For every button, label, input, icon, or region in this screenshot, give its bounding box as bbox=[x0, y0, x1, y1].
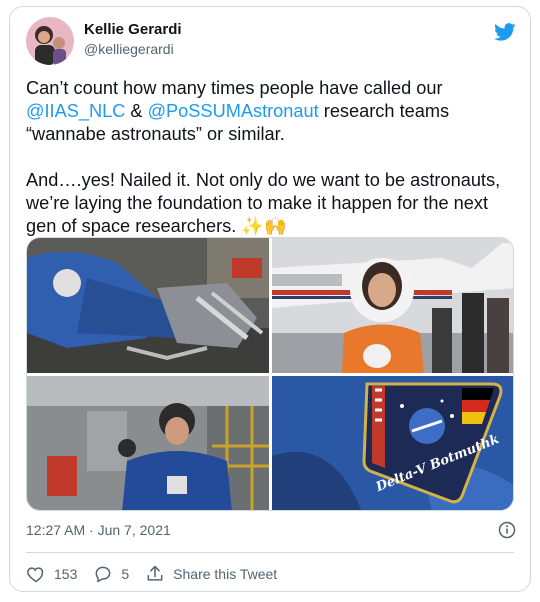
share-label: Share this Tweet bbox=[173, 566, 278, 582]
action-bar: 153 5 Share this Tweet bbox=[26, 562, 293, 586]
reply-icon bbox=[95, 566, 111, 583]
share-icon bbox=[147, 565, 163, 581]
avatar[interactable] bbox=[26, 17, 74, 65]
like-count: 153 bbox=[54, 566, 78, 582]
tweet-card: Kellie Gerardi @kelliegerardi Can’t coun… bbox=[9, 6, 531, 592]
info-icon[interactable] bbox=[498, 521, 516, 539]
media-grid: Delta-V Botmuthk bbox=[26, 237, 514, 511]
author-name[interactable]: Kellie Gerardi bbox=[84, 21, 182, 38]
divider bbox=[26, 552, 514, 553]
tweet-text: Can’t count how many times people have c… bbox=[26, 77, 522, 238]
like-button[interactable]: 153 bbox=[26, 564, 77, 584]
reply-button[interactable]: 5 bbox=[93, 564, 129, 584]
tweet-paragraph-2: And….yes! Nailed it. Not only do we want… bbox=[26, 170, 501, 236]
mention-possum-astronaut[interactable]: @PoSSUMAstronaut bbox=[148, 101, 319, 121]
photo-mission-patch[interactable]: Delta-V Botmuthk bbox=[272, 376, 513, 510]
mention-iias-nlc[interactable]: @IIAS_NLC bbox=[26, 101, 125, 121]
timestamp[interactable]: 12:27 AM · Jun 7, 2021 bbox=[26, 522, 171, 538]
photo-blue-suit-hangar[interactable] bbox=[27, 376, 269, 510]
tweet-paragraph-1: Can’t count how many times people have c… bbox=[26, 78, 450, 144]
author-handle[interactable]: @kelliegerardi bbox=[84, 41, 174, 57]
heart-icon bbox=[27, 567, 44, 583]
twitter-bird-icon[interactable] bbox=[494, 21, 516, 43]
share-button[interactable]: Share this Tweet bbox=[145, 564, 277, 584]
photo-orange-suit-plane[interactable] bbox=[272, 238, 513, 373]
photo-flight-seat[interactable] bbox=[27, 238, 269, 373]
reply-count: 5 bbox=[121, 566, 130, 582]
